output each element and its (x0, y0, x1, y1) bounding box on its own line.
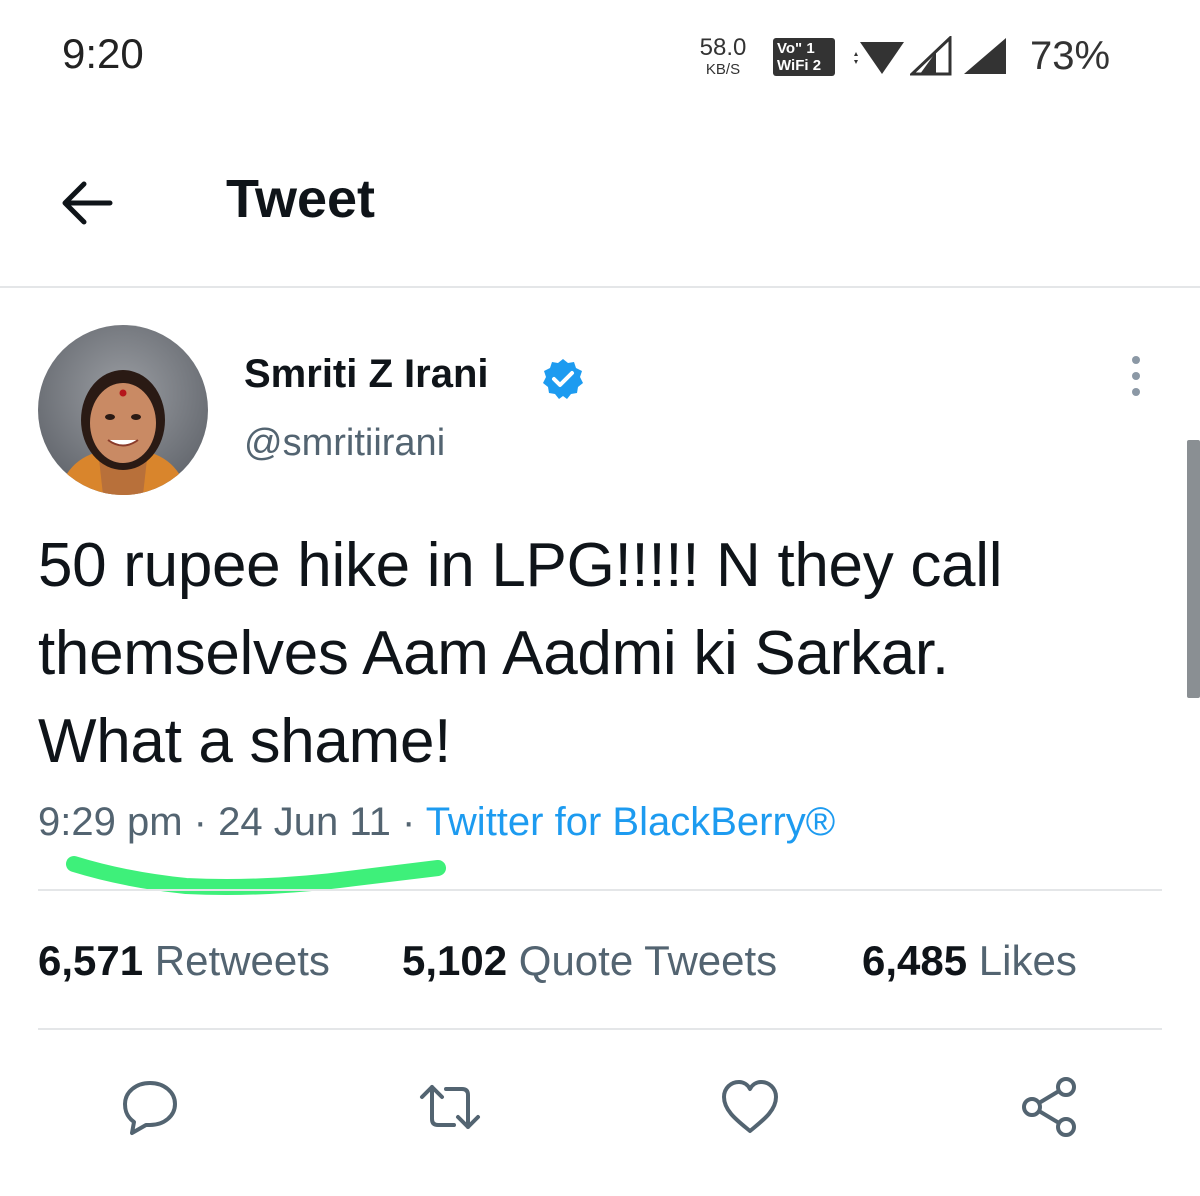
tweet-text-line: themselves Aam Aadmi ki Sarkar. (38, 619, 949, 688)
meta-separator: · (401, 800, 416, 844)
volte-label: Vo" 1 (777, 40, 815, 57)
network-speed-value: 58.0 (699, 34, 747, 61)
tweet-text: 50 rupee hike in LPG!!!!! N they call th… (38, 522, 1178, 786)
quote-tweets-label: Quote Tweets (518, 937, 778, 984)
signal-icon (964, 38, 1006, 74)
wifi-icon (854, 42, 904, 74)
avatar[interactable] (38, 325, 208, 495)
tweet-time: 9:29 pm (38, 800, 183, 844)
battery-level: 73% (1030, 34, 1111, 78)
tweet-text-line: 50 rupee hike in LPG!!!!! N they call (38, 531, 1003, 600)
meta-separator: · (193, 800, 207, 844)
network-speed-unit: KB/S (705, 61, 741, 78)
quote-tweets-stat[interactable]: 5,102 Quote Tweets (402, 937, 777, 985)
author-handle[interactable]: @smritiirani (244, 422, 445, 465)
quote-tweets-count: 5,102 (402, 937, 508, 984)
status-bar: 9:20 58.0 KB/S Vo" 1 WiFi 2 73% (0, 0, 1200, 110)
page-title: Tweet (226, 169, 376, 229)
status-time: 9:20 (62, 30, 144, 77)
retweets-stat[interactable]: 6,571 Retweets (38, 937, 330, 985)
tweet-meta: 9:29 pm · 24 Jun 11 · Twitter for BlackB… (38, 800, 835, 845)
avatar-image (38, 325, 208, 495)
author-name[interactable]: Smriti Z Irani (244, 352, 489, 397)
divider (38, 1028, 1162, 1030)
retweets-label: Retweets (154, 937, 330, 984)
volte-wifi-badge: Vo" 1 WiFi 2 (773, 38, 835, 76)
likes-label: Likes (978, 937, 1077, 984)
likes-count: 6,485 (862, 937, 968, 984)
retweet-icon[interactable] (418, 1075, 482, 1139)
tweet-text-line: What a shame! (38, 707, 452, 776)
share-icon[interactable] (1018, 1075, 1082, 1139)
scrollbar[interactable] (1187, 440, 1200, 698)
like-icon[interactable] (718, 1075, 782, 1139)
network-speed: 58.0 KB/S (693, 34, 753, 78)
signal-icon (910, 36, 952, 76)
tweet-date: 24 Jun 11 (218, 800, 391, 844)
reply-icon[interactable] (118, 1075, 182, 1139)
retweets-count: 6,571 (38, 937, 144, 984)
wifi-calling-label: WiFi 2 (777, 57, 822, 74)
tweet-source-link[interactable]: Twitter for BlackBerry® (426, 800, 836, 844)
header-divider (0, 286, 1200, 288)
divider (38, 889, 1162, 891)
more-options-icon[interactable] (1124, 355, 1148, 397)
likes-stat[interactable]: 6,485 Likes (862, 937, 1077, 985)
verified-badge-icon (543, 359, 583, 399)
arrow-left-icon[interactable] (58, 178, 118, 228)
